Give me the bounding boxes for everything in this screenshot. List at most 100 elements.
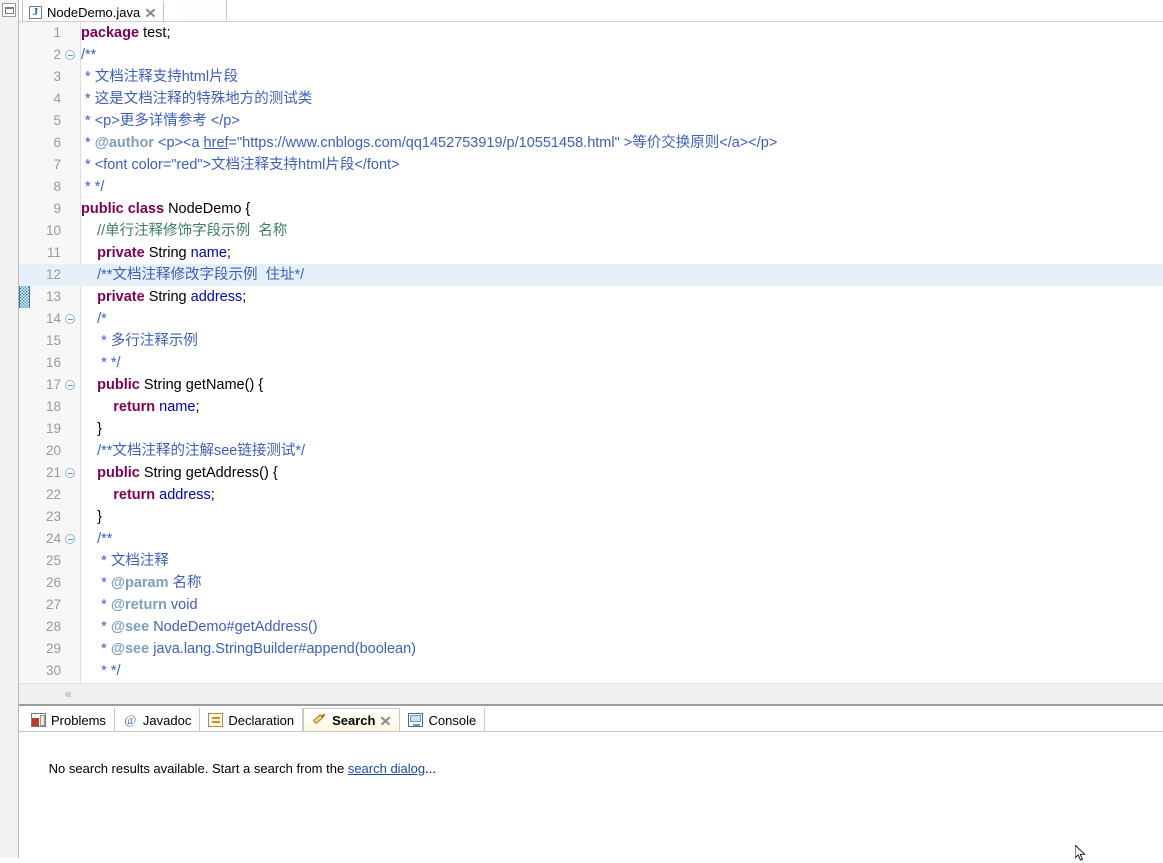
code-line[interactable]: 30 * */ xyxy=(19,660,1163,682)
code-line-text: package test; xyxy=(81,25,171,41)
code-line[interactable]: 8 * */ xyxy=(19,176,1163,198)
line-number: 23 xyxy=(45,509,61,524)
line-number: 11 xyxy=(46,245,61,260)
line-number: 29 xyxy=(45,641,61,656)
code-line[interactable]: 2 /** xyxy=(19,44,1163,66)
line-number: 20 xyxy=(45,443,61,458)
java-file-icon xyxy=(29,5,42,19)
search-message-prefix: No search results available. Start a sea… xyxy=(48,761,348,776)
code-line-text: /**文档注释修改字段示例 住址*/ xyxy=(97,267,305,283)
code-line[interactable]: 28 * @see NodeDemo#getAddress() xyxy=(19,616,1163,638)
fold-collapse-icon[interactable] xyxy=(65,380,75,390)
line-number: 24 xyxy=(45,531,61,546)
line-number: 18 xyxy=(45,399,61,414)
fold-collapse-icon[interactable] xyxy=(65,468,75,478)
code-line[interactable]: 14 /* xyxy=(19,308,1163,330)
line-number: 30 xyxy=(45,663,61,678)
restore-view-icon[interactable] xyxy=(2,3,16,17)
bottom-tab-search[interactable]: Search xyxy=(303,708,401,732)
fold-collapse-icon[interactable] xyxy=(65,314,75,324)
code-line-text: private String name; xyxy=(97,245,231,261)
code-line[interactable]: 17 public String getName() { xyxy=(19,374,1163,396)
code-line[interactable]: 13 private String address; xyxy=(19,286,1163,308)
code-line[interactable]: 19 } xyxy=(19,418,1163,440)
code-editor-canvas[interactable]: 1 package test; 2/** 3 * 文档注释支持html片段 4 * 这是… xyxy=(19,22,1163,683)
bottom-tab-javadoc[interactable]: @ Javadoc xyxy=(115,708,201,732)
fold-collapse-icon[interactable] xyxy=(65,50,75,60)
code-line[interactable]: 26 * @param 名称 xyxy=(19,572,1163,594)
code-line[interactable]: 4 * 这是文档注释的特殊地方的测试类 xyxy=(19,88,1163,110)
code-line-text: * <font color="red">文档注释支持html片段</font> xyxy=(85,157,400,173)
code-line[interactable]: 3 * 文档注释支持html片段 xyxy=(19,66,1163,88)
bottom-tab-console[interactable]: Console xyxy=(400,708,486,732)
code-line[interactable]: 23 } xyxy=(19,506,1163,528)
line-number: 28 xyxy=(45,619,61,634)
code-line-text: * 文档注释 xyxy=(101,553,169,569)
code-line[interactable]: 11 private String name; xyxy=(19,242,1163,264)
line-number: 25 xyxy=(45,553,61,568)
mouse-cursor-icon xyxy=(1075,845,1087,863)
line-number: 14 xyxy=(45,311,61,326)
line-number: 8 xyxy=(53,179,61,194)
code-line[interactable]: 16 * */ xyxy=(19,352,1163,374)
declaration-icon xyxy=(208,713,224,727)
code-line[interactable]: 25 * 文档注释 xyxy=(19,550,1163,572)
code-line-text: * */ xyxy=(85,179,105,195)
code-line-text: * 多行注释示例 xyxy=(101,333,198,349)
editor-tab-nodedemo-java[interactable]: NodeDemo.java xyxy=(22,0,165,22)
code-line[interactable]: 15 * 多行注释示例 xyxy=(19,330,1163,352)
close-icon[interactable] xyxy=(145,7,156,18)
search-dialog-link[interactable]: search dialog xyxy=(348,761,425,776)
line-number: 5 xyxy=(53,113,61,128)
bottom-tab-label: Javadoc xyxy=(142,712,192,728)
code-line-text: } xyxy=(97,509,102,525)
code-line[interactable]: 5 * <p>更多详情参考 </p> xyxy=(19,110,1163,132)
code-line-text: * @author <p><a href="https://www.cnblog… xyxy=(85,135,778,151)
code-line-text: * 文档注释支持html片段 xyxy=(85,69,239,85)
left-minimized-view-rail xyxy=(0,0,19,858)
code-line-text: * <p>更多详情参考 </p> xyxy=(85,113,240,129)
code-line[interactable]: 22 return address; xyxy=(19,484,1163,506)
line-number: 16 xyxy=(45,355,61,370)
code-line-text: /** xyxy=(81,47,97,63)
line-number: 2 xyxy=(53,47,61,62)
code-line[interactable]: 7 * <font color="red">文档注释支持html片段</font… xyxy=(19,154,1163,176)
search-empty-message: No search results available. Start a sea… xyxy=(27,746,436,791)
bottom-tab-declaration[interactable]: Declaration xyxy=(200,708,304,732)
code-line[interactable]: 29 * @see java.lang.StringBuilder#append… xyxy=(19,638,1163,660)
line-number: 3 xyxy=(53,69,61,84)
code-line[interactable]: 1 package test; xyxy=(19,22,1163,44)
console-icon xyxy=(408,713,424,727)
code-line[interactable]: 27 * @return void xyxy=(19,594,1163,616)
code-line[interactable]: 10 //单行注释修饰字段示例 名称 xyxy=(19,220,1163,242)
code-line-text: private String address; xyxy=(97,289,247,305)
problems-icon xyxy=(31,713,46,727)
code-line-text: public String getName() { xyxy=(97,377,264,393)
line-number: 26 xyxy=(45,575,61,590)
line-number: 15 xyxy=(45,333,61,348)
code-line-text: * @param 名称 xyxy=(101,575,202,591)
bottom-view-tab-bar: Problems @ Javadoc Declaration Search Console xyxy=(19,708,1163,732)
code-line[interactable]: 24 /** xyxy=(19,528,1163,550)
code-line-text: * @see java.lang.StringBuilder#append(bo… xyxy=(101,641,416,657)
search-message-suffix: ... xyxy=(425,761,436,776)
code-line-text: return address; xyxy=(113,487,215,503)
code-line[interactable]: 18 return name; xyxy=(19,396,1163,418)
code-line-text: /* xyxy=(97,311,107,327)
code-line[interactable]: 9 public class NodeDemo { xyxy=(19,198,1163,220)
code-line[interactable]: 12 /**文档注释修改字段示例 住址*/ xyxy=(19,264,1163,286)
fold-collapse-icon[interactable] xyxy=(65,534,75,544)
code-line-text: * */ xyxy=(101,355,121,371)
code-line[interactable]: 21 public String getAddress() { xyxy=(19,462,1163,484)
code-line-text: /** xyxy=(97,531,113,547)
search-results-panel[interactable]: No search results available. Start a sea… xyxy=(19,732,1163,858)
scroll-left-icon[interactable]: « xyxy=(65,688,72,700)
close-icon[interactable] xyxy=(380,715,391,726)
bottom-tab-problems[interactable]: Problems xyxy=(23,708,115,732)
code-line[interactable]: 6 * @author <p><a href="https://www.cnbl… xyxy=(19,132,1163,154)
editor-horizontal-scrollbar[interactable]: « xyxy=(19,683,1163,704)
editor-tab-label: NodeDemo.java xyxy=(47,4,141,20)
code-lines: 1 package test; 2/** 3 * 文档注释支持html片段 4 * 这是… xyxy=(19,22,1163,682)
line-number: 7 xyxy=(53,157,61,172)
code-line[interactable]: 20 /**文档注释的注解see链接测试*/ xyxy=(19,440,1163,462)
